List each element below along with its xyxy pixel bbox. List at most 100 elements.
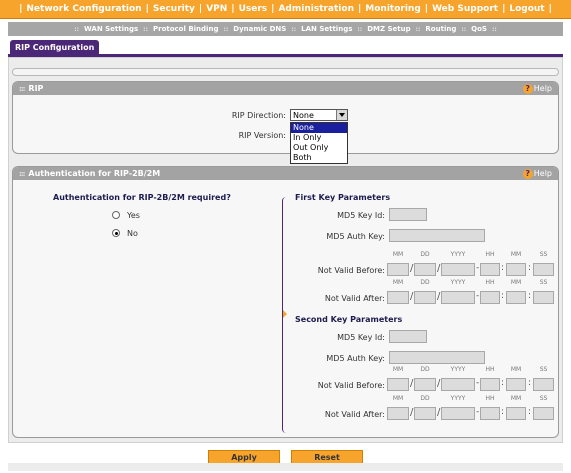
second-not-valid-before-day-input[interactable] <box>414 378 436 391</box>
first-not-valid-before-hour-input[interactable] <box>480 263 500 276</box>
top-nav: | Network Configuration | Security | VPN… <box>0 0 571 19</box>
second-md5-auth-key-input[interactable] <box>389 351 485 364</box>
chevron-down-icon[interactable] <box>336 110 347 120</box>
second-not-valid-after-day-input[interactable] <box>414 407 436 420</box>
subnav-wan-settings[interactable]: WAN Settings <box>83 25 139 33</box>
auth-no-radio[interactable] <box>112 229 120 237</box>
second-not-valid-before-minute-input[interactable] <box>506 378 526 391</box>
first-key-title: First Key Parameters <box>295 193 391 202</box>
subnav-dynamic-dns[interactable]: Dynamic DNS <box>232 25 287 33</box>
bottom-bar <box>8 463 563 471</box>
subnav-routing[interactable]: Routing <box>424 25 457 33</box>
first-not-valid-after-hour-header: HH <box>485 279 495 286</box>
first-not-valid-before-day-input[interactable] <box>414 263 436 276</box>
sub-nav: :: WAN Settings :: Protocol Binding :: D… <box>8 22 563 36</box>
second-not-valid-after-year-input[interactable] <box>441 407 475 420</box>
second-not-valid-after-colon-separator: : <box>528 407 532 417</box>
first-not-valid-before-slash-separator: / <box>437 263 441 274</box>
nav-administration[interactable]: Administration <box>275 4 357 14</box>
second-not-valid-before-second-header: SS <box>539 366 548 373</box>
second-not-valid-after-minute-input[interactable] <box>506 407 526 420</box>
first-not-valid-after-year-input[interactable] <box>441 291 475 304</box>
rip-direction-label: RIP Direction: <box>231 111 286 120</box>
first-md5-auth-key-label: MD5 Auth Key: <box>326 232 385 241</box>
rip-direction-option-in-only[interactable]: In Only <box>291 133 347 143</box>
second-not-valid-after-hour-input[interactable] <box>480 407 500 420</box>
subnav-protocol-binding[interactable]: Protocol Binding <box>152 25 219 33</box>
first-not-valid-after-month-input[interactable] <box>387 291 409 304</box>
first-not-valid-after-colon-separator: : <box>501 291 505 301</box>
auth-help-link[interactable]: ? Help <box>522 167 552 180</box>
rip-direction-dropdown: None In Only Out Only Both <box>290 122 348 164</box>
second-not-valid-before-year-input[interactable] <box>441 378 475 391</box>
first-not-valid-after-hour-input[interactable] <box>480 291 500 304</box>
second-not-valid-after-colon-separator: : <box>501 407 505 417</box>
nav-monitoring[interactable]: Monitoring <box>362 4 424 14</box>
second-md5-auth-key-label: MD5 Auth Key: <box>326 354 385 363</box>
grip-icon: ::: <box>19 169 25 178</box>
second-not-valid-before-second-input[interactable] <box>533 378 554 391</box>
rip-panel-header: ::: RIP ? Help <box>13 82 558 95</box>
help-label: Help <box>533 169 552 178</box>
second-not-valid-after-minute-header: MM <box>510 395 522 402</box>
second-not-valid-after-day-header: DD <box>420 395 430 402</box>
tab-rip-configuration[interactable]: RIP Configuration <box>10 40 100 54</box>
second-not-valid-before-month-input[interactable] <box>387 378 409 391</box>
rip-direction-option-out-only[interactable]: Out Only <box>291 143 347 153</box>
second-not-valid-after-month-input[interactable] <box>387 407 409 420</box>
first-not-valid-before-label: Not Valid Before: <box>317 266 385 275</box>
auth-no-label: No <box>127 229 138 238</box>
second-not-valid-before-day-header: DD <box>420 366 430 373</box>
subnav-qos[interactable]: QoS <box>470 25 488 33</box>
second-not-valid-before-colon-separator: : <box>528 378 532 388</box>
nav-security[interactable]: Security <box>150 4 198 14</box>
rip-help-link[interactable]: ? Help <box>522 82 552 95</box>
first-not-valid-before-month-input[interactable] <box>387 263 409 276</box>
second-not-valid-after-year-header: YYYY <box>450 395 466 402</box>
subnav-separator: :: <box>223 25 229 33</box>
auth-panel-title: Authentication for RIP-2B/2M <box>28 169 161 178</box>
auth-yes-radio[interactable] <box>112 211 120 219</box>
first-md5-auth-key-input[interactable] <box>389 229 485 242</box>
first-not-valid-before-minute-input[interactable] <box>506 263 526 276</box>
second-key-title: Second Key Parameters <box>295 315 403 324</box>
second-not-valid-after-hour-header: HH <box>485 395 495 402</box>
second-not-valid-after-label: Not Valid After: <box>324 410 385 419</box>
first-not-valid-before-second-input[interactable] <box>533 263 554 276</box>
nav-logout[interactable]: Logout <box>506 4 547 14</box>
rip-direction-option-none[interactable]: None <box>291 123 347 133</box>
nav-network-configuration[interactable]: Network Configuration <box>23 4 144 14</box>
first-not-valid-after-day-input[interactable] <box>414 291 436 304</box>
first-not-valid-after-slash-separator: / <box>437 291 441 302</box>
subnav-dmz-setup[interactable]: DMZ Setup <box>366 25 411 33</box>
first-md5-key-id-input[interactable] <box>389 208 427 221</box>
second-md5-key-id-input[interactable] <box>389 330 427 343</box>
first-not-valid-before-year-header: YYYY <box>450 251 466 258</box>
rip-direction-select[interactable]: None <box>290 109 348 121</box>
first-not-valid-after-slash-separator: / <box>410 291 414 302</box>
rip-direction-value: None <box>293 110 314 120</box>
first-not-valid-after-minute-input[interactable] <box>506 291 526 304</box>
second-not-valid-after-month-header: MM <box>392 395 404 402</box>
subnav-separator: :: <box>415 25 421 33</box>
first-not-valid-before-year-input[interactable] <box>441 263 475 276</box>
first-not-valid-after-year-header: YYYY <box>450 279 466 286</box>
subnav-lan-settings[interactable]: LAN Settings <box>300 25 353 33</box>
auth-panel-header: ::: Authentication for RIP-2B/2M ? Help <box>13 167 558 180</box>
reset-button[interactable]: Reset <box>291 450 363 464</box>
second-not-valid-after-slash-separator: / <box>437 407 441 418</box>
first-not-valid-before-colon-separator: : <box>528 263 532 273</box>
nav-web-support[interactable]: Web Support <box>429 4 501 14</box>
second-not-valid-after-second-input[interactable] <box>533 407 554 420</box>
rip-direction-option-both[interactable]: Both <box>291 153 347 163</box>
apply-button[interactable]: Apply <box>208 450 280 464</box>
second-not-valid-before-dash-separator: - <box>476 378 480 388</box>
nav-vpn[interactable]: VPN <box>203 4 230 14</box>
subnav-separator: :: <box>74 25 79 33</box>
second-not-valid-before-slash-separator: / <box>410 378 414 389</box>
rip-version-label: RIP Version: <box>238 131 286 140</box>
second-not-valid-before-hour-input[interactable] <box>480 378 500 391</box>
nav-users[interactable]: Users <box>236 4 271 14</box>
help-label: Help <box>533 84 552 93</box>
first-not-valid-after-second-input[interactable] <box>533 291 554 304</box>
